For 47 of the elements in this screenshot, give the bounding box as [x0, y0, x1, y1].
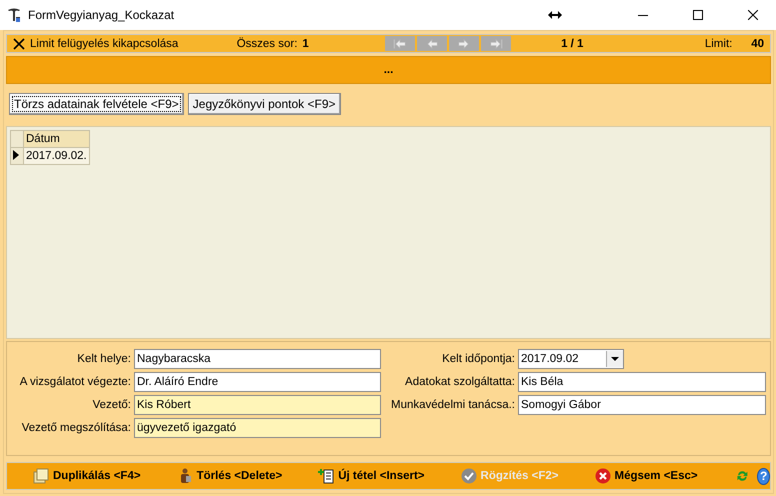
field-label: Munkavédelmi tanácsa.: [390, 399, 515, 411]
field-label: A vizsgálatot végezte: [18, 376, 131, 388]
input-field[interactable]: Dr. Aláíró Endre [134, 372, 381, 392]
field-label: Kelt időpontja: [441, 353, 515, 365]
field-label: Vezető megszólítása: [20, 422, 131, 434]
help-button[interactable]: ? [757, 468, 770, 484]
total-value: 1 [302, 38, 310, 50]
close-icon[interactable] [748, 10, 758, 20]
arrow-icon [425, 36, 440, 50]
arrow-icon [457, 36, 472, 50]
limit-toggle-button[interactable]: Limit felügyelés kikapcsolása [13, 38, 229, 50]
add-list-icon [318, 468, 334, 484]
app-icon [6, 7, 22, 23]
field-label: Vezető: [92, 399, 131, 411]
field-label: Kelt helye: [76, 353, 131, 365]
arrow-icon [489, 36, 504, 50]
checkmark-icon [460, 468, 477, 484]
input-field[interactable]: Kis Béla [518, 372, 766, 392]
record-position: 1 / 1 [561, 38, 584, 50]
documents-icon [33, 468, 49, 484]
action-button[interactable]: Új tétel <Insert> [318, 468, 425, 484]
dropdown-arrow-icon [611, 357, 619, 361]
field-label: Adatokat szolgáltatta: [404, 376, 515, 388]
date-dropdown[interactable]: 2017.09.02 [518, 349, 624, 369]
banner-text: ... [384, 64, 394, 76]
resize-icon[interactable] [548, 11, 562, 19]
maximize-icon[interactable] [693, 10, 703, 20]
limit-label: Limit: [704, 38, 734, 50]
action-button[interactable]: Duplikálás <F4> [33, 468, 141, 484]
total-label: Összes sor: [236, 38, 298, 50]
limit-value: 40 [751, 38, 764, 50]
corner-cell [10, 130, 24, 148]
column-header[interactable]: Dátum [24, 130, 90, 148]
cancel-icon [594, 468, 610, 484]
window-title: FormVegyianyag_Kockazat [28, 8, 176, 22]
input-field[interactable]: Somogyi Gábor [518, 395, 766, 415]
input-field[interactable]: Nagybaracska [134, 349, 381, 369]
tab[interactable]: Jegyzőkönyvi pontok <F9> [188, 93, 341, 115]
action-button[interactable]: Törlés <Delete> [176, 468, 282, 484]
arrow-icon [393, 36, 408, 50]
input-field[interactable]: Kis Róbert [134, 395, 381, 415]
action-button[interactable]: Mégsem <Esc> [594, 468, 698, 484]
close-icon [13, 38, 25, 50]
tab[interactable]: Törzs adatainak felvétele <F9> [9, 93, 184, 115]
input-field[interactable]: ügyvezető igazgató [134, 418, 381, 438]
row-indicator[interactable] [10, 148, 24, 164]
table-cell: 2017.09.02. [24, 148, 90, 164]
